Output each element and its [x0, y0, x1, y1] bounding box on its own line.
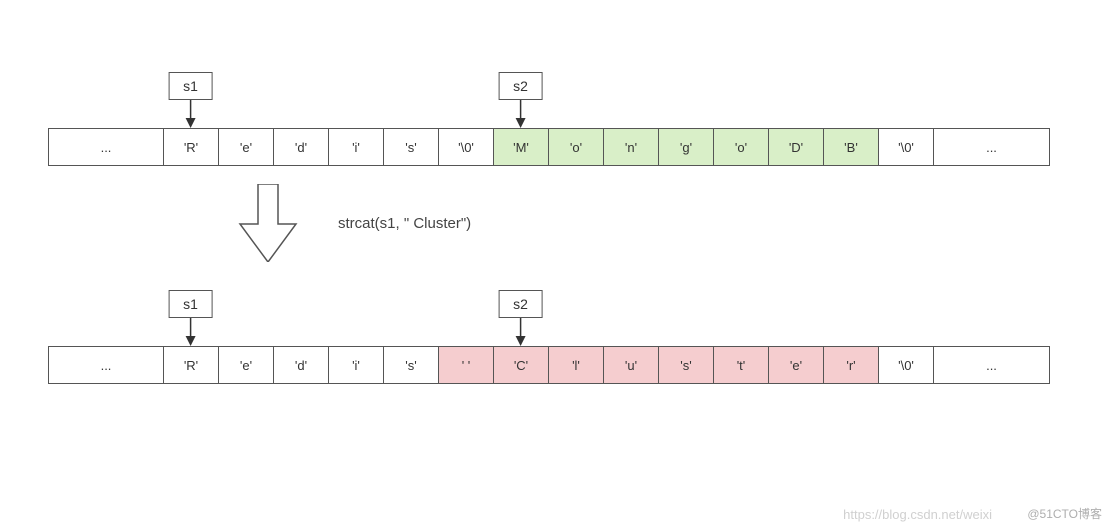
ptr-s1: s1: [168, 290, 213, 346]
memory-cell: 'o': [714, 129, 769, 165]
arrow-down-icon: [183, 100, 197, 128]
memory-cell: 's': [659, 347, 714, 383]
down-arrow-icon: [238, 184, 298, 262]
operation-text: strcat(s1, " Cluster"): [338, 215, 471, 232]
memory-cell: ...: [934, 347, 1049, 383]
memory-cell: 'B': [824, 129, 879, 165]
watermark-csdn: https://blog.csdn.net/weixi: [843, 507, 992, 522]
memory-cell: 'R': [164, 347, 219, 383]
memory-cell: 'R': [164, 129, 219, 165]
memory-cell: 'd': [274, 347, 329, 383]
cells-after: ...'R''e''d''i''s'' ''C''l''u''s''t''e''…: [48, 346, 1050, 384]
memory-cell: 't': [714, 347, 769, 383]
watermark-cto: @51CTO博客: [1027, 505, 1102, 522]
ptr-s1: s1: [168, 72, 213, 128]
arrow-down-icon: [183, 318, 197, 346]
pointer-label: s1: [168, 72, 213, 100]
arrow-down-icon: [513, 318, 527, 346]
memory-cell: 's': [384, 347, 439, 383]
memory-cell: 'n': [604, 129, 659, 165]
memory-cell: 'e': [769, 347, 824, 383]
ptr-s2: s2: [498, 290, 543, 346]
memory-cell: 'e': [219, 347, 274, 383]
memory-cell: 'd': [274, 129, 329, 165]
memory-cell: '\0': [879, 347, 934, 383]
arrow-down-icon: [513, 100, 527, 128]
memory-cell: ...: [934, 129, 1049, 165]
memory-cell: 'e': [219, 129, 274, 165]
pointer-label: s1: [168, 290, 213, 318]
memory-cell: 'D': [769, 129, 824, 165]
memory-cell: 'r': [824, 347, 879, 383]
memory-cell: 's': [384, 129, 439, 165]
memory-cell: 'o': [549, 129, 604, 165]
memory-cell: 'i': [329, 347, 384, 383]
pointer-label: s2: [498, 290, 543, 318]
memory-cell: ' ': [439, 347, 494, 383]
memory-cell: 'g': [659, 129, 714, 165]
memory-cell: ...: [49, 347, 164, 383]
memory-cell: 'C': [494, 347, 549, 383]
memory-cell: '\0': [439, 129, 494, 165]
memory-cell: 'M': [494, 129, 549, 165]
memory-cell: 'l': [549, 347, 604, 383]
memory-cell: ...: [49, 129, 164, 165]
memory-before: s1s2 ...'R''e''d''i''s''\0''M''o''n''g''…: [48, 58, 1050, 166]
pointer-label: s2: [498, 72, 543, 100]
ptr-s2: s2: [498, 72, 543, 128]
memory-cell: 'i': [329, 129, 384, 165]
memory-cell: '\0': [879, 129, 934, 165]
cells-before: ...'R''e''d''i''s''\0''M''o''n''g''o''D'…: [48, 128, 1050, 166]
memory-cell: 'u': [604, 347, 659, 383]
memory-after: s1s2 ...'R''e''d''i''s'' ''C''l''u''s''t…: [48, 276, 1050, 384]
transition: strcat(s1, " Cluster"): [238, 184, 471, 262]
